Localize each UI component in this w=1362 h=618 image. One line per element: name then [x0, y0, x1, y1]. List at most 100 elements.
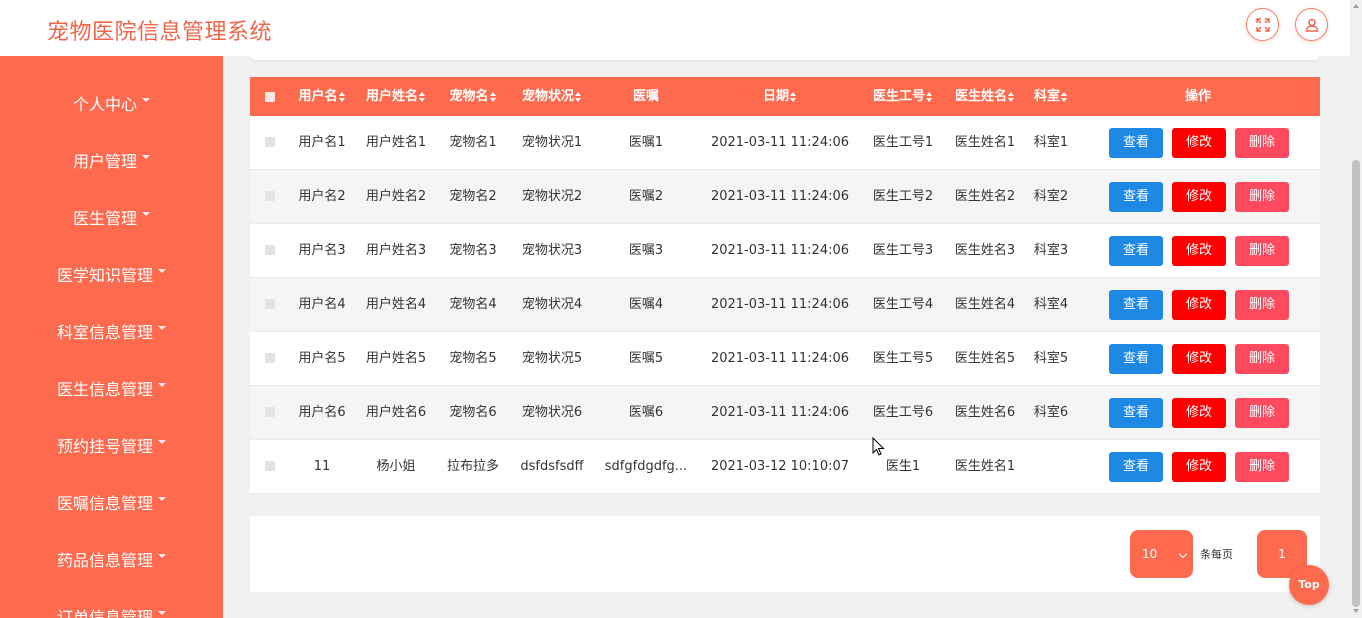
column-date[interactable]: 日期	[700, 77, 860, 116]
view-button[interactable]: 查看	[1109, 128, 1163, 158]
row-checkbox[interactable]	[265, 461, 275, 471]
cell-doctor-name: 医生姓名2	[954, 189, 1016, 204]
search-card	[250, 48, 1320, 60]
sidebar-item-doctors[interactable]: 医生管理	[0, 197, 223, 237]
cell-department: 科室5	[1033, 351, 1069, 366]
cell-date: 2021-03-11 11:24:06	[710, 405, 850, 420]
view-button[interactable]: 查看	[1109, 290, 1163, 320]
cell-username: 用户名4	[298, 297, 346, 312]
caret-down-icon	[158, 611, 166, 615]
row-checkbox[interactable]	[265, 353, 275, 363]
view-button[interactable]: 查看	[1109, 182, 1163, 212]
edit-button[interactable]: 修改	[1172, 452, 1226, 482]
user-menu-button[interactable]	[1295, 8, 1328, 41]
delete-button[interactable]: 删除	[1235, 452, 1289, 482]
user-icon	[1305, 18, 1318, 32]
cell-date: 2021-03-11 11:24:06	[710, 297, 850, 312]
cell-user-realname: 用户姓名1	[365, 135, 427, 150]
cell-pet-condition: dsfdsfsdff	[520, 459, 584, 474]
column-pet-name[interactable]: 宠物名	[440, 77, 506, 116]
table-row: 用户名5 用户姓名5 宠物名5 宠物状况5 医嘱5 2021-03-11 11:…	[250, 332, 1320, 386]
per-page-label: 条每页	[1200, 548, 1233, 561]
row-checkbox[interactable]	[265, 407, 275, 417]
sidebar-item-label: 用户管理	[72, 152, 137, 171]
sidebar-item-medical-orders[interactable]: 医嘱信息管理	[0, 482, 223, 522]
back-to-top-button[interactable]: Top	[1289, 565, 1329, 605]
column-doctor-name[interactable]: 医生姓名	[948, 77, 1022, 116]
caret-down-icon	[142, 98, 150, 102]
cell-date: 2021-03-11 11:24:06	[710, 243, 850, 258]
sidebar-item-doctor-info[interactable]: 医生信息管理	[0, 368, 223, 408]
edit-button[interactable]: 修改	[1172, 398, 1226, 428]
cell-department	[1030, 440, 1072, 494]
delete-button[interactable]: 删除	[1235, 128, 1289, 158]
scroll-up-arrow-icon[interactable]	[1353, 4, 1359, 8]
scroll-thumb[interactable]	[1352, 160, 1360, 607]
edit-button[interactable]: 修改	[1172, 182, 1226, 212]
page-size-select[interactable]: 10	[1130, 530, 1193, 578]
sidebar-item-orders[interactable]: 订单信息管理	[0, 596, 223, 618]
delete-button[interactable]: 删除	[1235, 236, 1289, 266]
cell-pet-name: 宠物名2	[449, 189, 497, 204]
edit-button[interactable]: 修改	[1172, 344, 1226, 374]
sidebar-item-personal-center[interactable]: 个人中心	[0, 83, 223, 123]
cell-date: 2021-03-11 11:24:06	[710, 189, 850, 204]
caret-down-icon	[158, 269, 166, 273]
column-username[interactable]: 用户名	[293, 77, 351, 116]
view-button[interactable]: 查看	[1109, 344, 1163, 374]
view-button[interactable]: 查看	[1109, 452, 1163, 482]
mouse-cursor-icon	[872, 437, 885, 456]
edit-button[interactable]: 修改	[1172, 236, 1226, 266]
sidebar-item-label: 医学知识管理	[56, 266, 153, 285]
sort-icon	[1061, 91, 1068, 102]
delete-button[interactable]: 删除	[1235, 182, 1289, 212]
row-checkbox[interactable]	[265, 299, 275, 309]
caret-down-icon	[158, 497, 166, 501]
delete-button[interactable]: 删除	[1235, 398, 1289, 428]
caret-down-icon	[158, 383, 166, 387]
column-doctor-id[interactable]: 医生工号	[868, 77, 938, 116]
cell-doctor-name: 医生姓名3	[954, 243, 1016, 258]
sort-icon	[1008, 91, 1015, 102]
cell-doctor-id: 医生工号6	[872, 405, 934, 420]
cell-username: 11	[313, 459, 331, 474]
cell-pet-name: 宠物名4	[449, 297, 497, 312]
view-button[interactable]: 查看	[1109, 398, 1163, 428]
cell-user-realname: 用户姓名2	[365, 189, 427, 204]
row-checkbox[interactable]	[265, 137, 275, 147]
column-pet-condition[interactable]: 宠物状况	[512, 77, 592, 116]
vertical-scrollbar[interactable]	[1350, 0, 1362, 618]
sidebar-item-medical-knowledge[interactable]: 医学知识管理	[0, 254, 223, 294]
sort-icon	[419, 91, 426, 102]
sidebar-item-label: 预约挂号管理	[56, 437, 153, 456]
delete-button[interactable]: 删除	[1235, 344, 1289, 374]
table-row: 用户名1 用户姓名1 宠物名1 宠物状况1 医嘱1 2021-03-11 11:…	[250, 116, 1320, 170]
cell-doctor-id: 医生工号5	[872, 351, 934, 366]
caret-down-icon	[158, 440, 166, 444]
edit-button[interactable]: 修改	[1172, 290, 1226, 320]
edit-button[interactable]: 修改	[1172, 128, 1226, 158]
row-checkbox[interactable]	[265, 245, 275, 255]
cell-pet-name: 拉布拉多	[446, 459, 499, 474]
row-checkbox[interactable]	[265, 191, 275, 201]
sidebar-item-medicines[interactable]: 药品信息管理	[0, 539, 223, 579]
cell-user-realname: 用户姓名3	[365, 243, 427, 258]
cell-doctor-name: 医生姓名1	[954, 135, 1016, 150]
cell-department: 科室3	[1033, 243, 1069, 258]
view-button[interactable]: 查看	[1109, 236, 1163, 266]
sidebar-item-users[interactable]: 用户管理	[0, 140, 223, 180]
select-all-checkbox[interactable]	[265, 92, 275, 102]
delete-button[interactable]: 删除	[1235, 290, 1289, 320]
cell-department: 科室2	[1033, 189, 1069, 204]
column-department[interactable]: 科室	[1030, 77, 1072, 116]
cell-doctor-name: 医生姓名4	[954, 297, 1016, 312]
sidebar-item-departments[interactable]: 科室信息管理	[0, 311, 223, 351]
cell-pet-name: 宠物名3	[449, 243, 497, 258]
table-row: 用户名6 用户姓名6 宠物名6 宠物状况6 医嘱6 2021-03-11 11:…	[250, 386, 1320, 440]
column-user-realname[interactable]: 用户姓名	[360, 77, 432, 116]
cell-user-realname: 杨小姐	[376, 459, 416, 474]
table-header: 用户名 用户姓名 宠物名 宠物状况 医嘱 日期 医生工号 医生姓名 科室 操作	[250, 77, 1320, 116]
sidebar-item-appointments[interactable]: 预约挂号管理	[0, 425, 223, 465]
scroll-down-arrow-icon[interactable]	[1353, 609, 1359, 613]
fullscreen-button[interactable]	[1246, 8, 1279, 41]
